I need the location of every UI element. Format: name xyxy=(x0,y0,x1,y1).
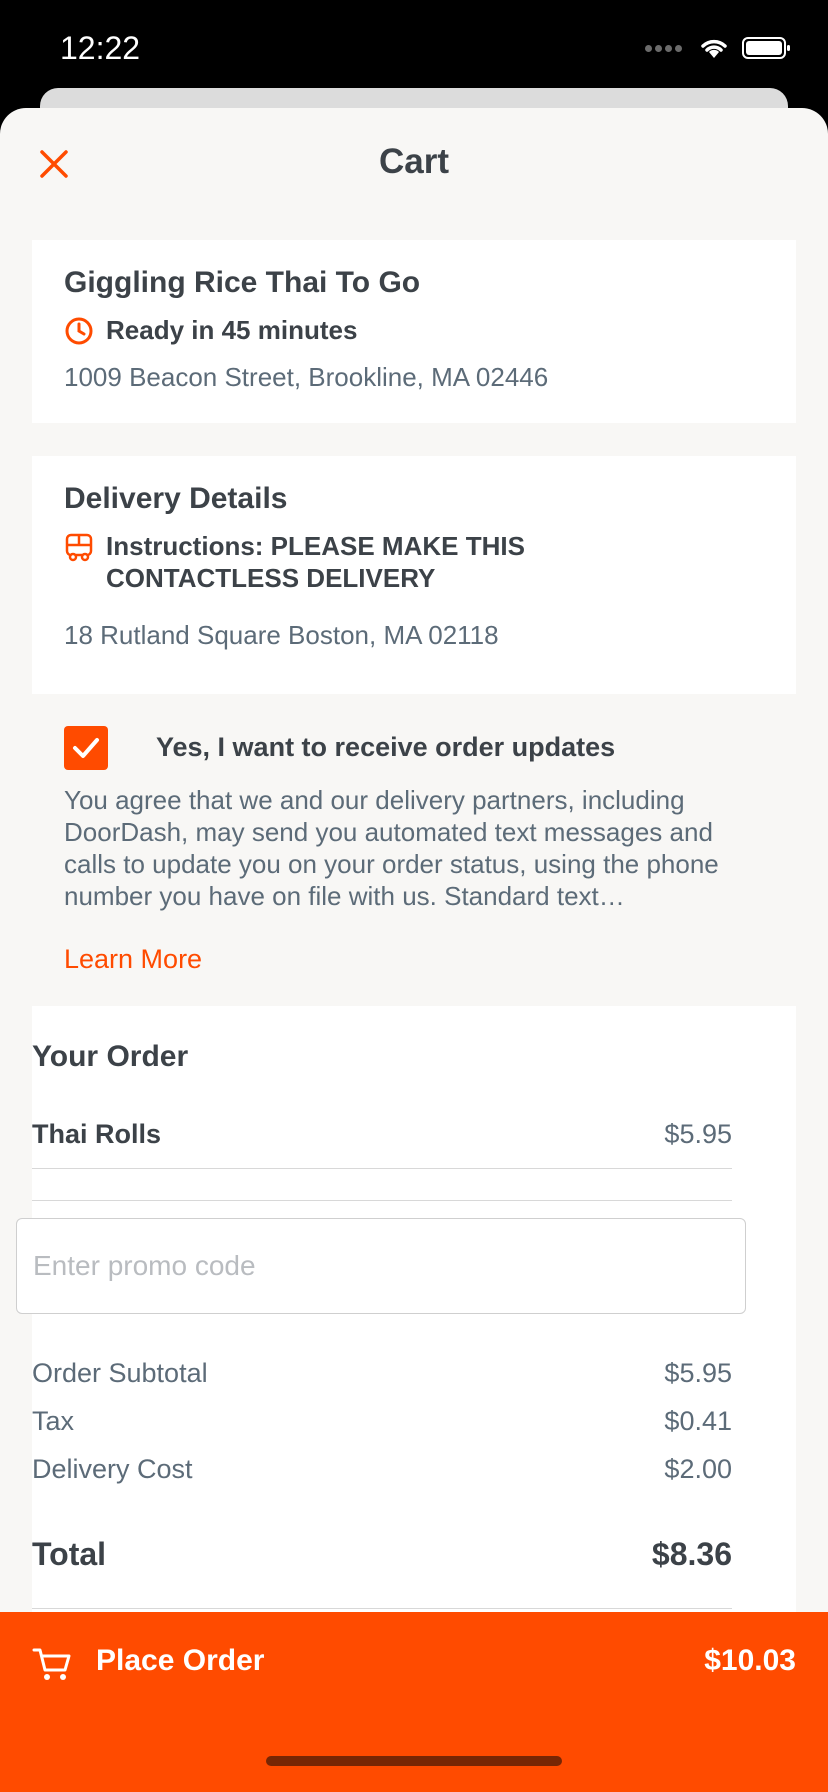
divider xyxy=(32,1608,732,1609)
tax-label: Tax xyxy=(32,1406,75,1436)
place-order-amount: $10.03 xyxy=(704,1644,796,1677)
store-card: Giggling Rice Thai To Go Ready in 45 min… xyxy=(32,240,796,423)
divider xyxy=(32,1200,732,1201)
delivery-cost-row: Delivery Cost $2.00 xyxy=(32,1454,732,1485)
store-name: Giggling Rice Thai To Go xyxy=(64,266,421,299)
page-title: Cart xyxy=(378,142,450,181)
wifi-icon xyxy=(701,39,727,58)
delivery-truck-icon xyxy=(65,533,93,562)
place-order-button[interactable]: Place Order $10.03 xyxy=(0,1612,828,1792)
order-item-row[interactable]: Thai Rolls $5.95 xyxy=(32,1114,732,1154)
promo-code-input[interactable] xyxy=(16,1218,746,1314)
store-address: 1009 Beacon Street, Brookline, MA 02446 xyxy=(64,362,549,392)
delivery-address: 18 Rutland Square Boston, MA 02118 xyxy=(64,620,499,650)
ready-time-row: Ready in 45 minutes xyxy=(64,314,764,346)
cellular-signal-icon xyxy=(645,44,682,52)
order-updates-checkbox[interactable] xyxy=(64,726,108,770)
home-indicator xyxy=(266,1756,562,1766)
subtotal-value: $5.95 xyxy=(664,1358,732,1388)
order-item-name: Thai Rolls xyxy=(32,1118,162,1149)
ready-time-text: Ready in 45 minutes xyxy=(106,315,358,345)
clock-icon xyxy=(65,317,93,345)
delivery-details-card[interactable]: Delivery Details Instructions: PLEASE MA… xyxy=(32,456,796,694)
delivery-cost-label: Delivery Cost xyxy=(32,1454,193,1484)
instructions-line-2: CONTACTLESS DELIVERY xyxy=(106,563,436,593)
tax-value: $0.41 xyxy=(664,1406,732,1436)
status-time: 12:22 xyxy=(60,30,141,66)
learn-more-link[interactable]: Learn More xyxy=(64,944,202,975)
status-bar: 12:22 xyxy=(0,0,828,100)
promo-code-field xyxy=(16,1218,746,1314)
place-order-label: Place Order xyxy=(96,1644,265,1677)
tax-row: Tax $0.41 xyxy=(32,1406,732,1437)
subtotal-row: Order Subtotal $5.95 xyxy=(32,1358,732,1389)
total-value: $8.36 xyxy=(651,1536,732,1572)
divider xyxy=(32,1168,732,1169)
subtotal-label: Order Subtotal xyxy=(32,1358,208,1388)
checkmark-icon xyxy=(73,738,99,758)
order-updates-disclaimer: You agree that we and our delivery partn… xyxy=(64,785,719,911)
instructions-text: Instructions: PLEASE MAKE THIS CONTACTLE… xyxy=(106,530,525,594)
delivery-details-heading: Delivery Details xyxy=(64,482,288,515)
status-icons xyxy=(645,36,792,60)
cart-sheet: Cart Giggling Rice Thai To Go Ready in 4… xyxy=(0,108,828,1792)
shopping-cart-icon xyxy=(32,1648,71,1680)
your-order-heading: Your Order xyxy=(32,1040,189,1073)
total-label: Total xyxy=(32,1536,107,1572)
instructions-row: Instructions: PLEASE MAKE THIS CONTACTLE… xyxy=(64,530,764,594)
battery-icon xyxy=(742,37,790,59)
delivery-cost-value: $2.00 xyxy=(664,1454,732,1484)
total-row: Total $8.36 xyxy=(32,1536,732,1573)
instructions-line-1: Instructions: PLEASE MAKE THIS xyxy=(106,531,525,561)
order-updates-label[interactable]: Yes, I want to receive order updates xyxy=(156,732,615,763)
order-item-price: $5.95 xyxy=(664,1118,732,1149)
